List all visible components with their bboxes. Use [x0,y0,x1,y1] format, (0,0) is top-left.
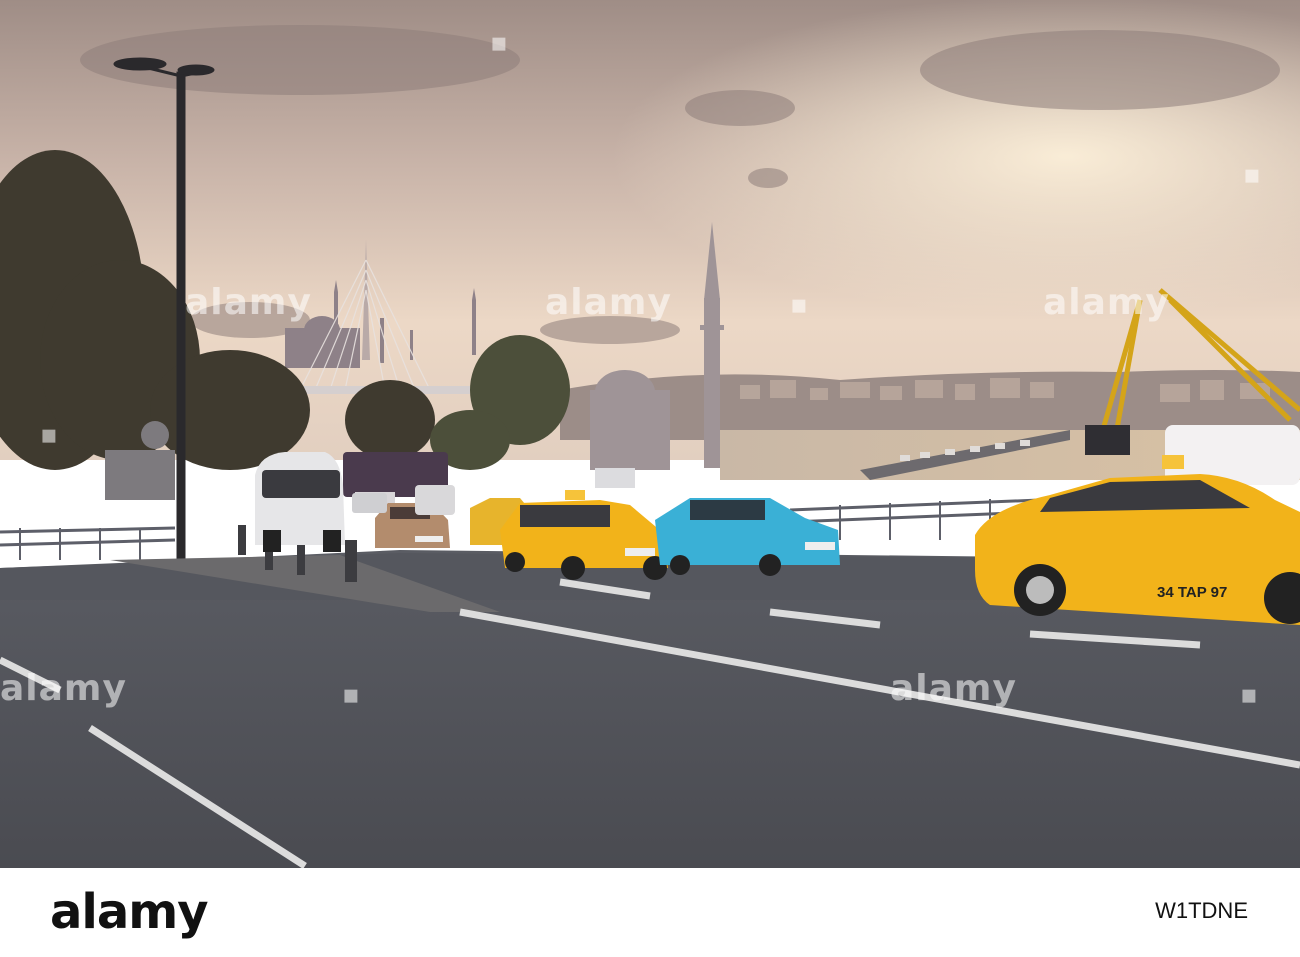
taxi-plate: 34 TAP 97 [1157,584,1228,601]
footer-bar: alamy W1TDNE [0,868,1300,957]
photo: 34 TAP 97 alamy alamy alamy alamy alamy … [0,0,1300,868]
image-code: W1TDNE [1155,898,1248,923]
street-scene [0,0,1300,868]
brand-logo: alamy [50,884,209,940]
